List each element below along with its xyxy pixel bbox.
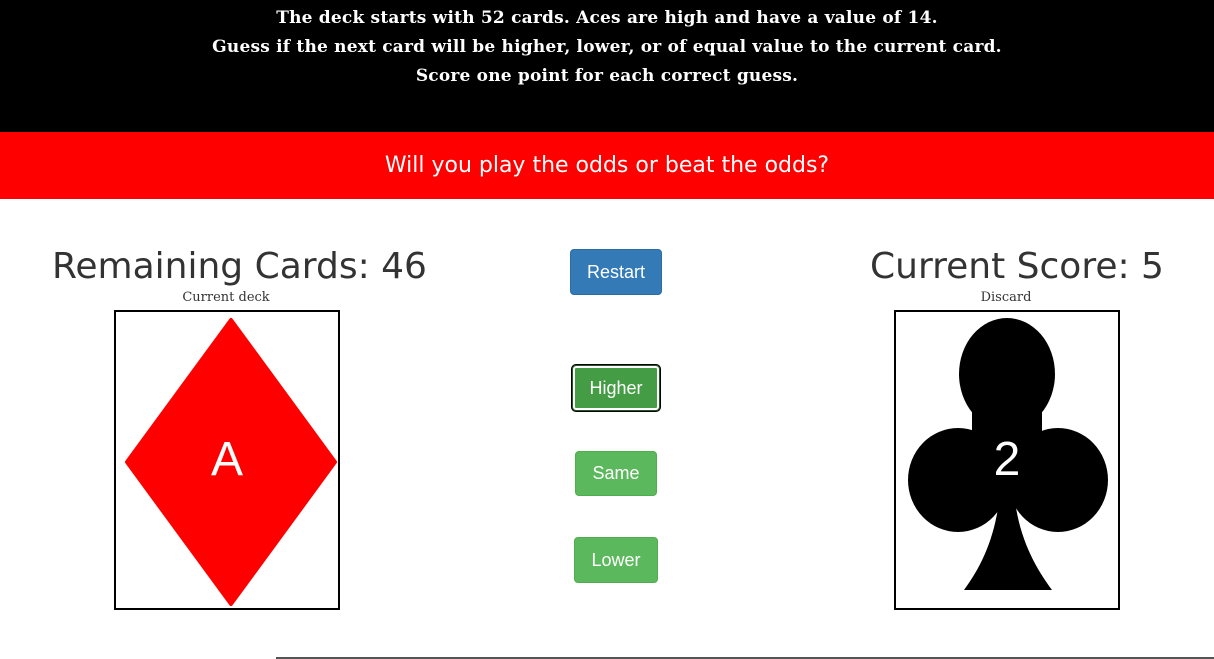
- rules-line-1: The deck starts with 52 cards. Aces are …: [276, 8, 938, 28]
- remaining-cards-counter: Remaining Cards: 46: [52, 246, 427, 287]
- current-deck-caption: Current deck: [182, 290, 270, 305]
- tagline-banner: Will you play the odds or beat the odds?: [0, 132, 1214, 199]
- lower-button[interactable]: Lower: [574, 537, 658, 583]
- tagline: Will you play the odds or beat the odds?: [384, 153, 830, 178]
- discard-caption: Discard: [980, 290, 1032, 305]
- current-card: A: [114, 310, 340, 610]
- higher-button[interactable]: Higher: [572, 365, 660, 411]
- rules-banner: The deck starts with 52 cards. Aces are …: [0, 0, 1214, 132]
- current-card-rank: A: [210, 433, 243, 486]
- current-score: Current Score: 5: [870, 246, 1164, 287]
- rules-text: The deck starts with 52 cards. Aces are …: [0, 0, 1214, 91]
- discard-card-rank: 2: [993, 433, 1021, 486]
- rules-line-2: Guess if the next card will be higher, l…: [212, 37, 1002, 57]
- rules-line-3: Score one point for each correct guess.: [415, 66, 799, 86]
- discard-card: 2: [894, 310, 1120, 610]
- same-button[interactable]: Same: [575, 451, 657, 496]
- restart-button[interactable]: Restart: [570, 249, 662, 295]
